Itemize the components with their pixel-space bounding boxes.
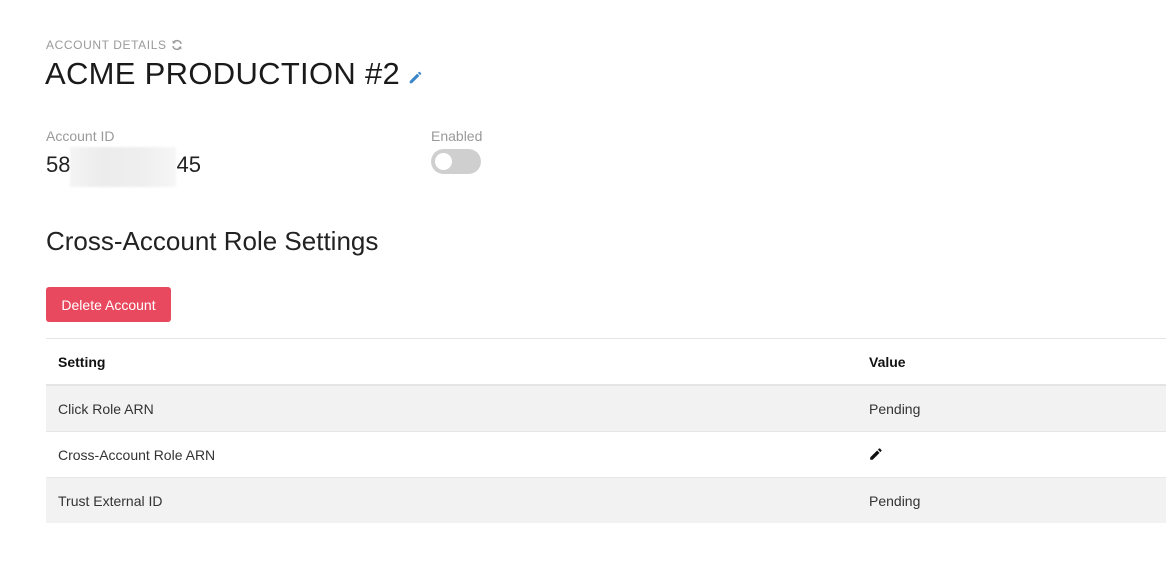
pencil-icon[interactable] xyxy=(869,448,882,461)
setting-name: Trust External ID xyxy=(46,477,857,523)
setting-name: Click Role ARN xyxy=(46,384,857,432)
account-id-suffix: 45 xyxy=(176,152,201,177)
toggle-knob xyxy=(435,153,452,170)
account-id-field: Account ID 58 45 xyxy=(46,128,201,187)
setting-value: Pending xyxy=(857,477,1166,523)
title-row: ACME PRODUCTION #2 xyxy=(45,56,422,92)
delete-account-button[interactable]: Delete Account xyxy=(46,287,171,322)
table-row: Trust External ID Pending xyxy=(46,477,1166,523)
account-id-value: 58 45 xyxy=(46,145,201,187)
account-details-eyebrow: ACCOUNT DETAILS xyxy=(46,38,183,52)
settings-table: Setting Value Click Role ARN Pending Cro… xyxy=(46,338,1166,523)
table-row: Click Role ARN Pending xyxy=(46,384,1166,432)
enabled-label: Enabled xyxy=(431,128,483,144)
redacted-digits xyxy=(70,147,177,187)
column-header-value: Value xyxy=(857,338,1166,386)
account-details-page: ACCOUNT DETAILS ACME PRODUCTION #2 Accou… xyxy=(0,0,1166,582)
enabled-field: Enabled xyxy=(431,128,482,174)
section-title: Cross-Account Role Settings xyxy=(46,226,379,256)
column-header-setting: Setting xyxy=(46,338,857,386)
setting-name: Cross-Account Role ARN xyxy=(46,431,857,478)
table-row: Cross-Account Role ARN xyxy=(46,431,1166,478)
account-id-label: Account ID xyxy=(46,128,115,144)
account-id-prefix: 58 xyxy=(46,152,71,177)
page-title: ACME PRODUCTION #2 xyxy=(45,56,401,91)
enabled-toggle[interactable] xyxy=(431,149,481,174)
setting-value: Pending xyxy=(857,384,1166,432)
refresh-icon[interactable] xyxy=(171,39,183,51)
table-header-row: Setting Value xyxy=(46,338,1166,386)
eyebrow-label: ACCOUNT DETAILS xyxy=(46,38,167,52)
pencil-icon[interactable] xyxy=(408,71,422,85)
setting-value xyxy=(857,431,1166,478)
